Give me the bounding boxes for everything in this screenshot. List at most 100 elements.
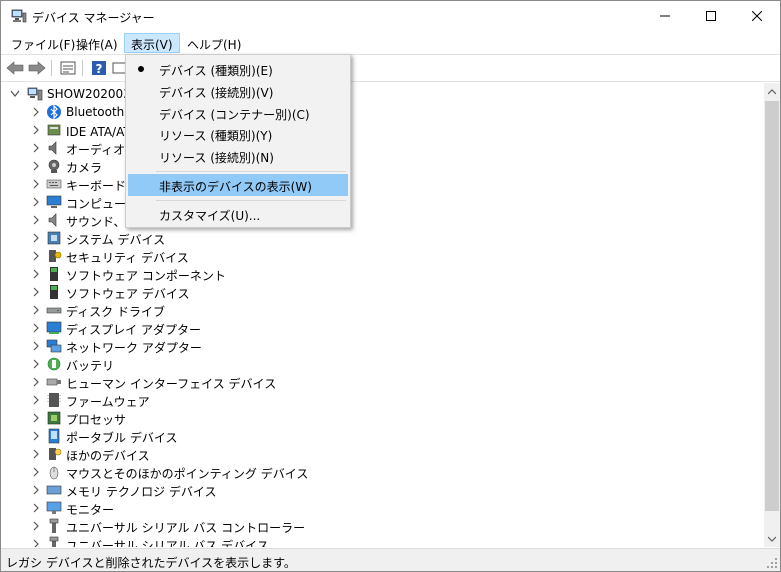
close-button[interactable] (734, 1, 780, 31)
tree-item[interactable]: キーボード (1, 175, 761, 193)
other-device-icon (46, 446, 62, 462)
tree-item[interactable]: プロセッサ (1, 409, 761, 427)
chevron-right-icon[interactable] (31, 430, 41, 442)
chevron-right-icon[interactable] (31, 358, 41, 370)
tree-item[interactable]: IDE ATA/ATAPI コントローラー (1, 121, 761, 139)
resize-grip-icon[interactable] (766, 557, 778, 569)
tree-item-label: プロセッサ (66, 413, 127, 427)
menu-view[interactable]: 表示(V) (124, 33, 180, 53)
chevron-right-icon[interactable] (31, 304, 41, 316)
menu-item-devices-by-connection[interactable]: デバイス (接続別)(V) (128, 80, 348, 102)
tree-item[interactable]: ソフトウェア デバイス (1, 283, 761, 301)
tree-item[interactable]: マウスとそのほかのポインティング デバイス (1, 463, 761, 481)
audio-icon (46, 140, 62, 156)
properties-icon (60, 61, 76, 75)
chevron-right-icon[interactable] (31, 106, 41, 118)
properties-button[interactable] (58, 59, 78, 77)
menu-help[interactable]: ヘルプ(H) (181, 33, 247, 53)
tree-item[interactable]: ソフトウェア コンポーネント (1, 265, 761, 283)
tree-item-label: キーボード (66, 179, 127, 193)
tree-item[interactable]: カメラ (1, 157, 761, 175)
menu-action[interactable]: 操作(A) (70, 33, 124, 53)
battery-icon (46, 356, 62, 372)
chevron-right-icon[interactable] (31, 322, 41, 334)
software-device-icon (46, 284, 62, 300)
tree-item[interactable]: サウンド、ビデオ、およびゲーム コントローラー (1, 211, 761, 229)
tree-item[interactable]: Bluetooth (1, 103, 761, 121)
menu-item-customize[interactable]: カスタマイズ(U)... (128, 203, 348, 225)
scroll-up-button[interactable] (764, 83, 780, 100)
tree-item-label: カメラ (66, 161, 103, 175)
menu-item-label: カスタマイズ(U)... (159, 209, 261, 223)
scroll-down-button[interactable] (764, 530, 780, 547)
tree-item[interactable]: モニター (1, 499, 761, 517)
toolbar: ? (1, 54, 780, 82)
chevron-right-icon[interactable] (31, 286, 41, 298)
software-component-icon (46, 266, 62, 282)
title-bar: デバイス マネージャー (1, 1, 780, 32)
chevron-right-icon[interactable] (31, 520, 41, 532)
tree-item[interactable]: ファームウェア (1, 391, 761, 409)
chevron-right-icon[interactable] (31, 502, 41, 514)
chevron-right-icon[interactable] (31, 196, 41, 208)
tree-item[interactable]: ディスク ドライブ (1, 301, 761, 319)
tree-item[interactable]: バッテリ (1, 355, 761, 373)
chevron-right-icon[interactable] (31, 484, 41, 496)
status-bar: レガシ デバイスと削除されたデバイスを表示します。 (1, 548, 780, 571)
chevron-right-icon[interactable] (31, 250, 41, 262)
network-adapter-icon (46, 338, 62, 354)
menu-item-devices-by-type[interactable]: デバイス (種類別)(E) (128, 58, 348, 80)
tree-item[interactable]: ポータブル デバイス (1, 427, 761, 445)
scrollbar-thumb[interactable] (765, 101, 779, 511)
chevron-right-icon[interactable] (31, 214, 41, 226)
tree-item[interactable]: ネットワーク アダプター (1, 337, 761, 355)
minimize-icon (660, 15, 670, 17)
chevron-right-icon[interactable] (31, 376, 41, 388)
display-adapter-icon (46, 320, 62, 336)
chevron-right-icon[interactable] (31, 538, 41, 547)
chevron-right-icon[interactable] (31, 448, 41, 460)
chevron-right-icon[interactable] (31, 160, 41, 172)
tree-item[interactable]: オーディオの入力および出力 (1, 139, 761, 157)
chevron-right-icon[interactable] (31, 412, 41, 424)
chevron-right-icon[interactable] (31, 466, 41, 478)
computer-root-icon (27, 86, 43, 102)
tree-item-label: マウスとそのほかのポインティング デバイス (66, 467, 309, 481)
portable-device-icon (46, 428, 62, 444)
tree-item[interactable]: コンピューター (1, 193, 761, 211)
menu-item-label: 非表示のデバイスの表示(W) (159, 180, 312, 194)
chevron-right-icon[interactable] (31, 340, 41, 352)
chevron-right-icon[interactable] (31, 394, 41, 406)
tree-item[interactable]: セキュリティ デバイス (1, 247, 761, 265)
chevron-right-icon[interactable] (31, 142, 41, 154)
tree-item[interactable]: ユニバーサル シリアル バス デバイス (1, 535, 761, 547)
menu-item-resources-by-connection[interactable]: リソース (接続別)(N) (128, 145, 348, 167)
tree-item[interactable]: システム デバイス (1, 229, 761, 247)
svg-text:?: ? (96, 62, 103, 76)
tree-root[interactable]: SHOW202003 (1, 85, 761, 103)
menu-item-show-hidden-devices[interactable]: 非表示のデバイスの表示(W) (128, 174, 348, 196)
tree-item[interactable]: ディスプレイ アダプター (1, 319, 761, 337)
tree-item-label: ディスク ドライブ (66, 305, 165, 319)
maximize-icon (706, 11, 716, 21)
chevron-right-icon[interactable] (31, 178, 41, 190)
maximize-button[interactable] (688, 1, 734, 31)
tree-item[interactable]: ヒューマン インターフェイス デバイス (1, 373, 761, 391)
help-button[interactable]: ? (89, 59, 109, 77)
vertical-scrollbar[interactable] (764, 83, 780, 547)
tree-item[interactable]: ほかのデバイス (1, 445, 761, 463)
back-button[interactable] (5, 59, 25, 77)
tree-item[interactable]: ユニバーサル シリアル バス コントローラー (1, 517, 761, 535)
menu-item-devices-by-container[interactable]: デバイス (コンテナー別)(C) (128, 102, 348, 124)
tree-root-label: SHOW202003 (47, 87, 131, 101)
chevron-right-icon[interactable] (31, 232, 41, 244)
tree-item[interactable]: メモリ テクノロジ デバイス (1, 481, 761, 499)
menu-item-resources-by-type[interactable]: リソース (種類別)(Y) (128, 123, 348, 145)
minimize-button[interactable] (642, 1, 688, 31)
view-menu-dropdown: デバイス (種類別)(E) デバイス (接続別)(V) デバイス (コンテナー別… (125, 54, 351, 228)
forward-button[interactable] (27, 59, 47, 77)
tree-item-label: モニター (66, 503, 115, 517)
chevron-right-icon[interactable] (31, 124, 41, 136)
disk-drive-icon (46, 302, 62, 318)
chevron-right-icon[interactable] (31, 268, 41, 280)
